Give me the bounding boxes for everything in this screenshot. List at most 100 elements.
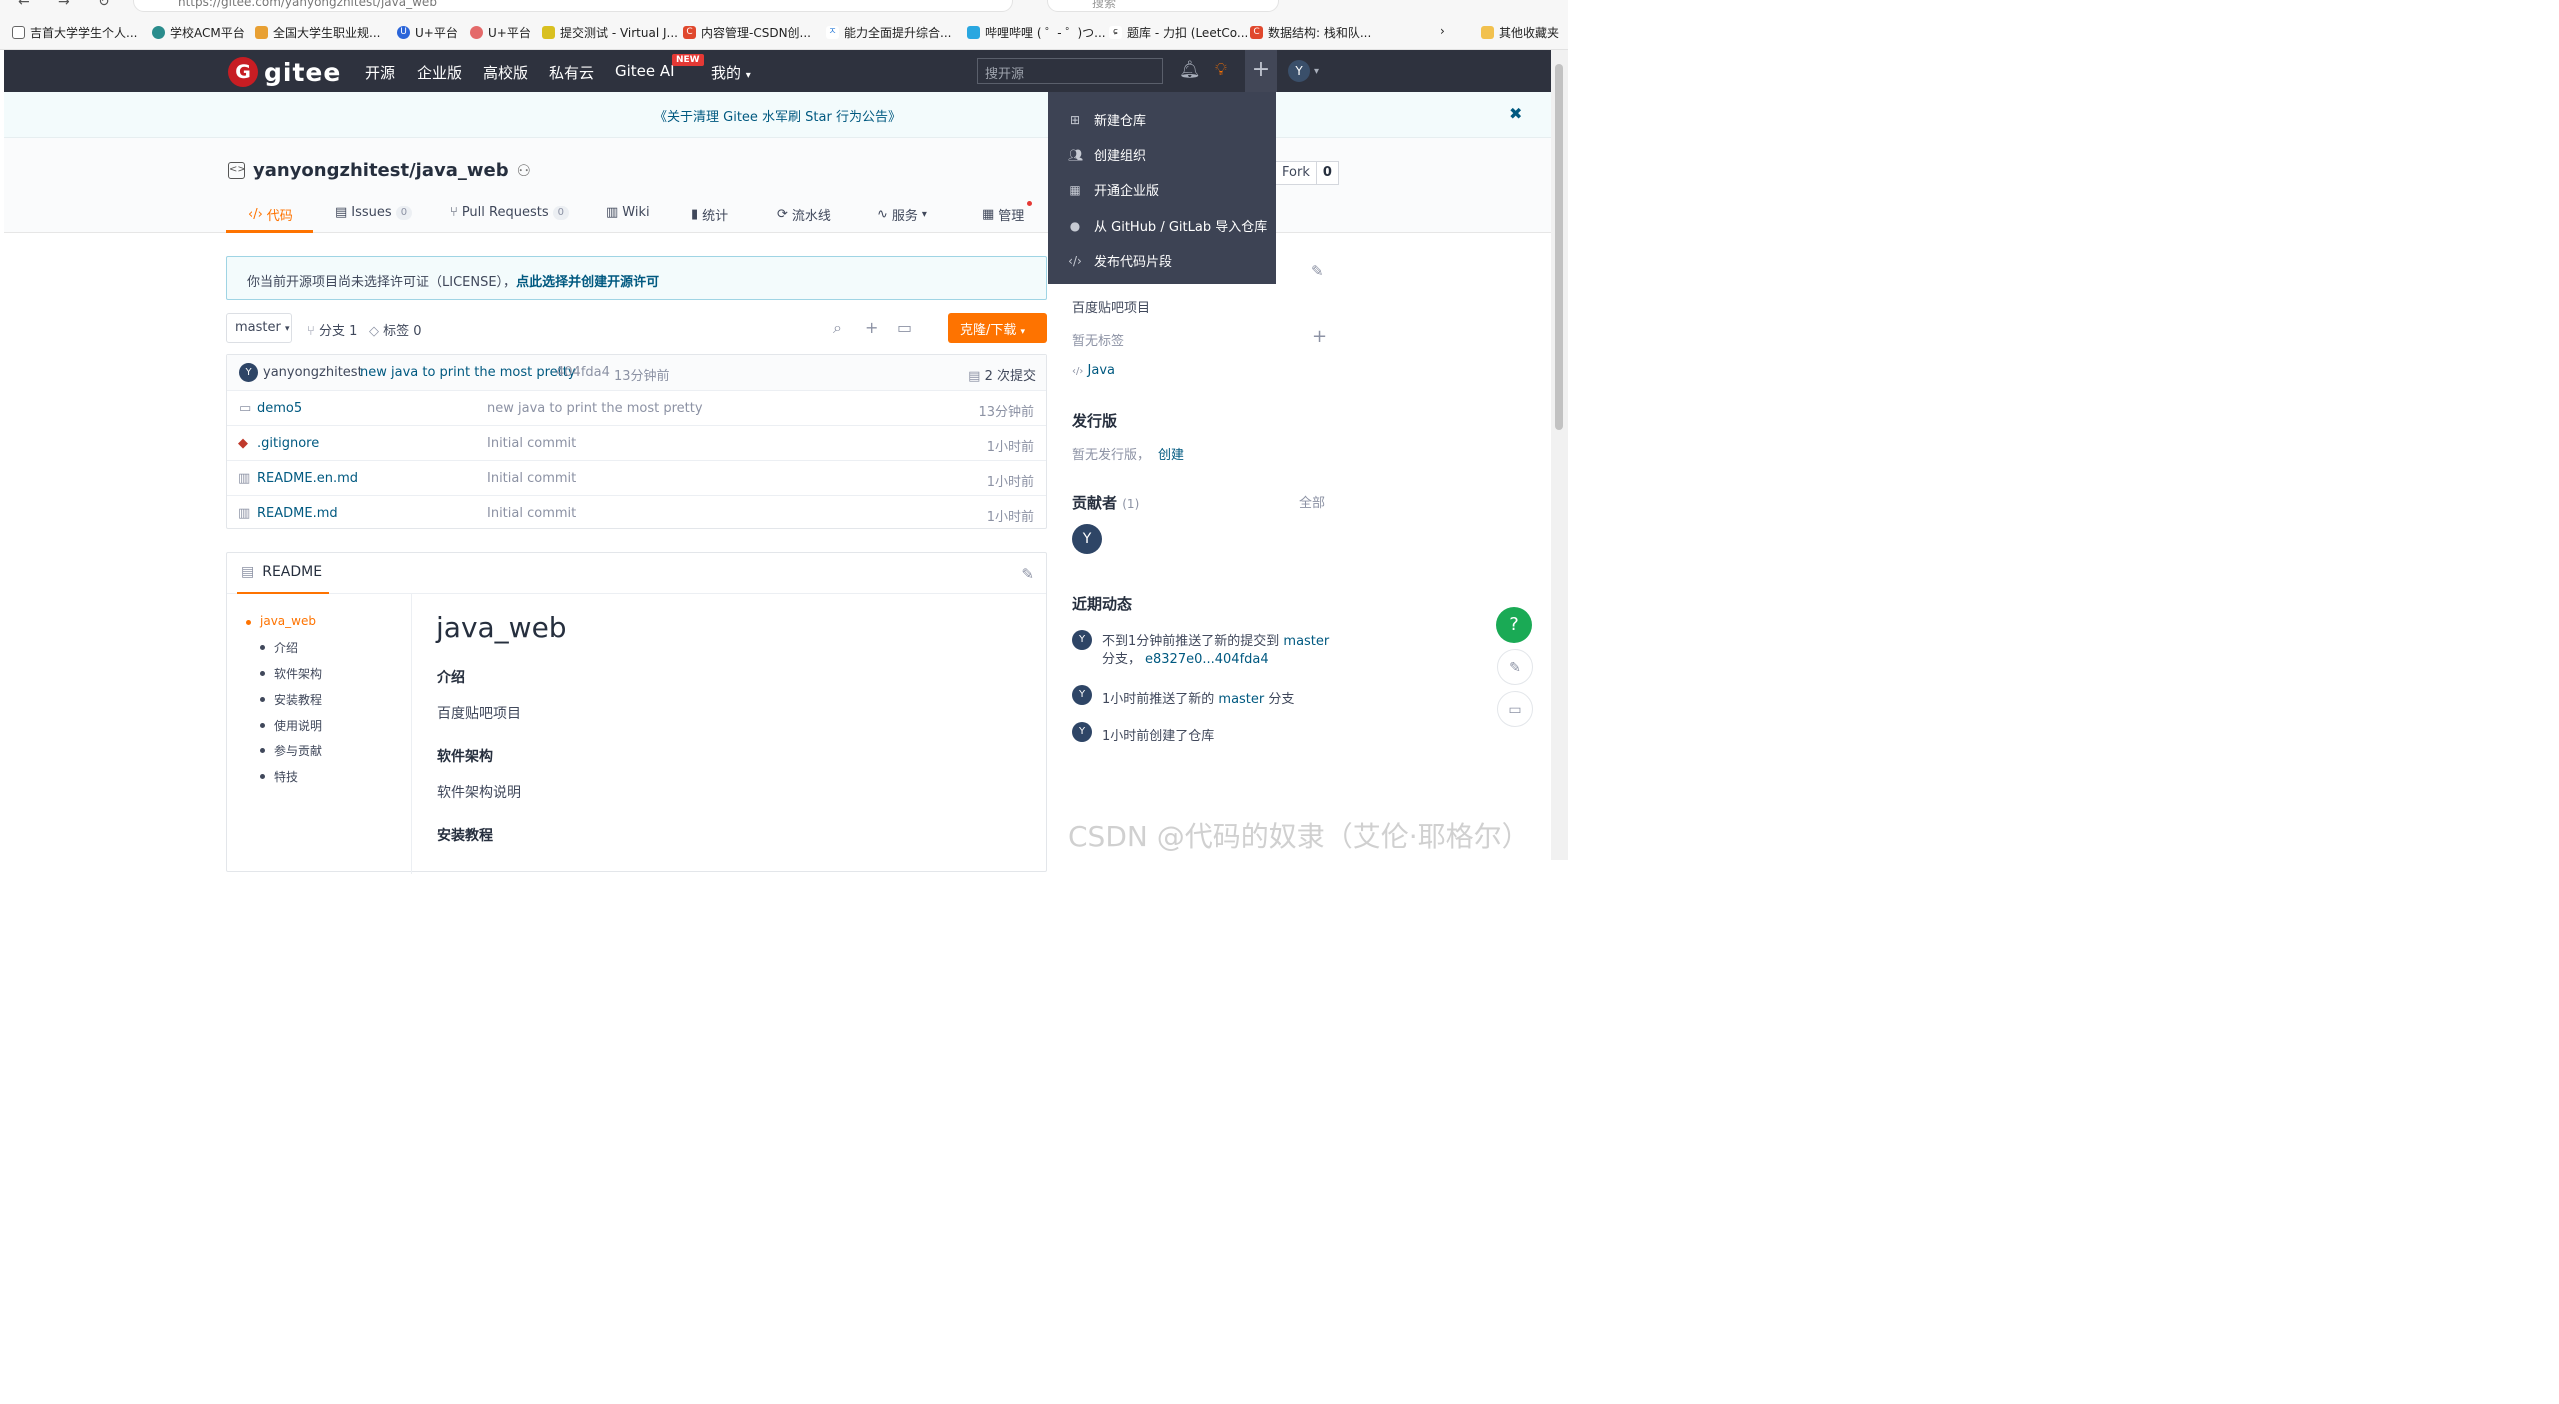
branches-link[interactable]: ⑂ 分支 1 <box>307 320 357 339</box>
nav-enterprise[interactable]: 企业版 <box>417 62 462 83</box>
branch-select[interactable]: master ▾ <box>226 313 292 343</box>
file-commit-message[interactable]: Initial commit <box>487 506 576 521</box>
scrollbar[interactable] <box>1551 50 1568 860</box>
new-badge: NEW <box>672 54 704 66</box>
license-create-link[interactable]: 点此选择并创建开源许可 <box>516 275 659 290</box>
tab-pipeline[interactable]: ⟳ 流水线 <box>777 205 831 224</box>
file-name[interactable]: README.en.md <box>257 471 358 486</box>
avatar[interactable]: Y <box>1072 685 1092 705</box>
address-bar[interactable]: https://gitee.com/yanyongzhitest/java_we… <box>133 0 1013 12</box>
header-search-input[interactable]: 搜开源 <box>977 58 1163 84</box>
file-commit-message[interactable]: Initial commit <box>487 436 576 451</box>
readme-tab[interactable]: ▤ README <box>241 564 322 580</box>
scrollbar-thumb[interactable] <box>1555 64 1563 430</box>
tab-services[interactable]: ∿ 服务 ▾ <box>877 205 927 224</box>
avatar[interactable]: Y <box>1072 722 1092 742</box>
bookmark-item[interactable]: 哔哩哔哩 ( ゜- ゜)つ... <box>967 24 1106 41</box>
file-commit-message[interactable]: new java to print the most pretty <box>487 401 703 416</box>
license-banner: 你当前开源项目尚未选择许可证（LICENSE），点此选择并创建开源许可 <box>226 256 1047 300</box>
language-link[interactable]: ‹/› Java <box>1072 363 1115 378</box>
commit-count-link[interactable]: ▤ 2 次提交 <box>968 365 1036 384</box>
menu-item-enterprise[interactable]: ▦ 开通企业版 <box>1068 180 1159 200</box>
bell-icon[interactable]: 🔔︎ <box>1179 60 1201 80</box>
create-release-link[interactable]: 创建 <box>1158 448 1184 463</box>
bookmark-item[interactable]: U U+平台 <box>397 24 458 41</box>
web-ide-icon[interactable]: ▭ <box>897 318 912 337</box>
lightbulb-icon[interactable]: 💡︎ <box>1215 60 1227 80</box>
bookmark-item[interactable]: ㅈ能力全面提升综合... <box>826 24 951 41</box>
tab-code[interactable]: ‹/› 代码 <box>248 205 293 224</box>
bookmark-item[interactable]: 吉首大学学生个人... <box>12 24 137 41</box>
toc-item[interactable]: 安装教程 <box>259 691 322 708</box>
file-name[interactable]: demo5 <box>257 401 302 416</box>
edit-icon[interactable]: ✎ <box>1311 262 1324 280</box>
commit-author[interactable]: yanyongzhitest <box>263 365 363 380</box>
feedback-button[interactable]: ✎ <box>1497 649 1533 685</box>
back-icon[interactable]: ← <box>18 0 30 10</box>
toc-item[interactable]: 特技 <box>259 768 298 785</box>
search-icon[interactable]: ⌕ <box>833 318 842 338</box>
bookmark-item[interactable]: 全国大学生职业规... <box>255 24 380 41</box>
menu-item-new-repo[interactable]: ⊞ 新建仓库 <box>1068 110 1146 130</box>
bookmark-item[interactable]: C 数据结构: 栈和队... <box>1250 24 1371 41</box>
forward-icon[interactable]: → <box>58 0 70 10</box>
help-button[interactable]: ? <box>1496 607 1532 643</box>
tab-stats[interactable]: ▮ 统计 <box>691 205 728 224</box>
bookmark-folder[interactable]: 其他收藏夹 <box>1481 24 1559 41</box>
nav-mine[interactable]: 我的 ▾ <box>711 62 751 83</box>
bookmarks-overflow-chevron-icon[interactable]: › <box>1440 24 1445 38</box>
releases-empty: 暂无发行版， 创建 <box>1072 448 1185 463</box>
repo-name-link[interactable]: yanyongzhitest/java_web <box>253 160 509 181</box>
file-name[interactable]: README.md <box>257 506 338 521</box>
toc-item[interactable]: 使用说明 <box>259 717 322 734</box>
releases-title: 发行版 <box>1072 412 1118 430</box>
contributors-all-link[interactable]: 全部 <box>1299 492 1325 511</box>
file-time: 13分钟前 <box>978 405 1034 420</box>
bookmark-item[interactable]: C 内容管理-CSDN创... <box>683 24 811 41</box>
announcement-link[interactable]: 《关于清理 Gitee 水军刷 Star 行为公告》 <box>654 106 901 125</box>
file-name[interactable]: .gitignore <box>257 436 319 451</box>
badge-icon[interactable]: ⚇ <box>517 161 531 180</box>
edit-icon[interactable]: ✎ <box>1021 565 1034 583</box>
commit-message[interactable]: new java to print the most pretty <box>360 365 576 380</box>
commit-hash[interactable]: 404fda4 <box>556 365 610 380</box>
toc-item[interactable]: 参与贡献 <box>259 742 322 759</box>
refresh-icon[interactable]: ↻ <box>98 0 110 10</box>
fork-button[interactable]: Fork 0 <box>1275 161 1339 185</box>
nav-open-source[interactable]: 开源 <box>365 62 395 83</box>
close-icon[interactable]: ✖ <box>1509 104 1522 123</box>
menu-item-import[interactable]: ● 从 GitHub / GitLab 导入仓库 <box>1068 216 1267 236</box>
file-commit-message[interactable]: Initial commit <box>487 471 576 486</box>
toc-item[interactable]: 软件架构 <box>259 665 322 682</box>
user-menu[interactable]: Y ▾ <box>1288 60 1319 82</box>
toc-item[interactable]: 介绍 <box>259 639 298 656</box>
comment-button[interactable]: ▭ <box>1497 691 1533 727</box>
plus-icon[interactable]: + <box>1245 50 1277 92</box>
bookmark-item[interactable]: 提交测试 - Virtual J... <box>542 24 678 41</box>
bookmark-item[interactable]: 学校ACM平台 <box>152 24 245 41</box>
nav-private-cloud[interactable]: 私有云 <box>549 62 594 83</box>
bookmark-item[interactable]: ɕ 题库 - 力扣 (LeetCo... <box>1109 24 1248 41</box>
stats-icon: ▮ <box>691 207 699 222</box>
edit-icon: ✎ <box>1509 660 1521 676</box>
add-tag-icon[interactable]: + <box>1312 326 1327 347</box>
tab-issues[interactable]: ▤ Issues 0 <box>335 205 413 220</box>
avatar[interactable]: Y <box>1072 630 1092 650</box>
tab-wiki[interactable]: ▥ Wiki <box>606 205 650 220</box>
nav-gitee-ai[interactable]: Gitee AI <box>615 62 675 80</box>
avatar[interactable]: Y <box>239 363 258 382</box>
clone-download-button[interactable]: 克隆/下载 ▾ <box>948 313 1047 343</box>
tab-manage[interactable]: ▦ 管理 <box>982 201 1033 224</box>
bookmark-item[interactable]: U+平台 <box>470 24 531 41</box>
browser-search[interactable]: 搜索 <box>1047 0 1279 12</box>
menu-item-create-org[interactable]: 👥︎ 创建组织 <box>1068 145 1146 165</box>
menu-item-snippet[interactable]: ‹/› 发布代码片段 <box>1068 251 1172 271</box>
nav-education[interactable]: 高校版 <box>483 62 528 83</box>
avatar[interactable]: Y <box>1072 524 1102 554</box>
toc-item[interactable]: java_web <box>246 614 316 628</box>
tab-pull-requests[interactable]: ⑂ Pull Requests 0 <box>450 205 569 220</box>
tags-link[interactable]: ◇ 标签 0 <box>369 320 422 339</box>
add-file-icon[interactable]: + <box>865 318 878 337</box>
readme-heading: 软件架构 <box>437 749 493 765</box>
gitee-logo[interactable]: G gitee <box>228 57 341 87</box>
